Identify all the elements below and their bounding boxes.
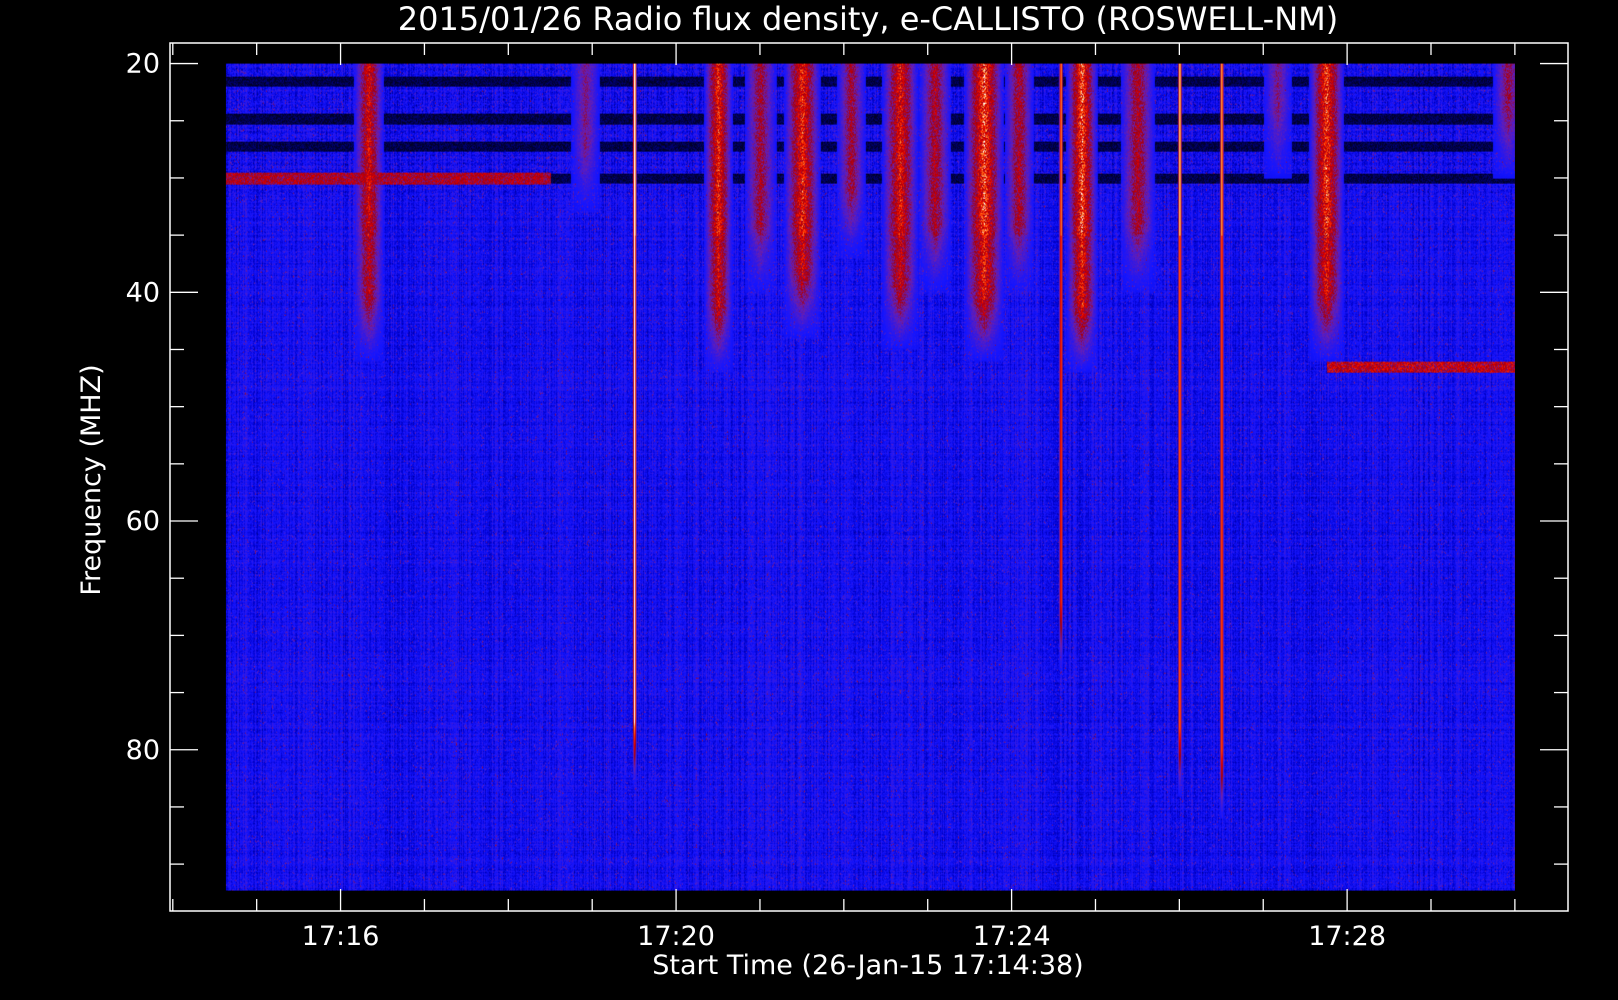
- x-tick-label: 17:20: [637, 921, 715, 952]
- x-tick-label: 17:24: [973, 921, 1051, 952]
- x-axis-label: Start Time (26-Jan-15 17:14:38): [652, 950, 1083, 981]
- chart-title: 2015/01/26 Radio flux density, e-CALLIST…: [398, 0, 1338, 38]
- heatmap-plot-area: [225, 63, 1515, 891]
- spectrogram-heatmap: [225, 63, 1515, 891]
- x-tick-label: 17:28: [1308, 921, 1386, 952]
- y-tick-label: 60: [126, 506, 160, 537]
- y-tick-label: 20: [126, 49, 160, 80]
- y-tick-label: 80: [126, 735, 160, 766]
- y-axis-label: Frequency (MHZ): [76, 364, 107, 595]
- y-tick-label: 40: [126, 277, 160, 308]
- x-tick-label: 17:16: [302, 921, 380, 952]
- spectrogram-figure: 2015/01/26 Radio flux density, e-CALLIST…: [0, 0, 1618, 1000]
